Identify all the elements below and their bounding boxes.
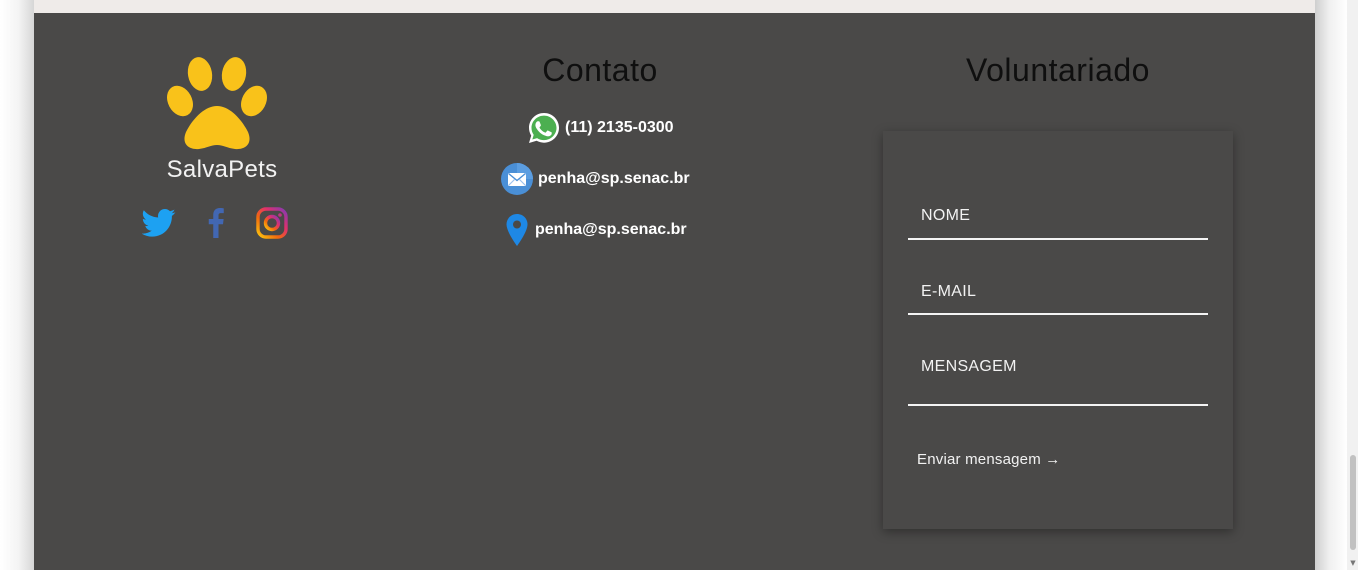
twitter-icon[interactable] [141,205,177,241]
mail-icon [500,162,534,196]
page-margin-right [1315,0,1347,570]
message-field[interactable]: MENSAGEM [908,352,1208,406]
email-field-label: E-MAIL [921,283,977,300]
scrollbar[interactable]: ▼ [1347,0,1358,570]
phone-number[interactable]: (11) 2135-0300 [565,119,674,137]
message-field-label: MENSAGEM [921,358,1017,375]
scroll-down-arrow-icon[interactable]: ▼ [1349,559,1357,567]
whatsapp-icon [527,111,561,145]
volunteer-title: Voluntariado [966,52,1150,88]
location-text[interactable]: penha@sp.senac.br [535,221,687,239]
contact-title: Contato [542,52,658,88]
contact-email: penha@sp.senac.br [500,162,690,196]
location-pin-icon [503,213,531,247]
email-address[interactable]: penha@sp.senac.br [538,170,690,188]
send-message-button[interactable]: Enviar mensagem → [917,451,1060,468]
paw-icon [166,54,268,152]
name-field[interactable]: NOME [908,201,1208,240]
brand-name: SalvaPets [166,156,278,183]
scrollbar-thumb[interactable] [1350,455,1356,550]
volunteer-form: NOME E-MAIL MENSAGEM Enviar mensagem → [883,131,1233,529]
name-field-label: NOME [921,207,971,224]
email-field[interactable]: E-MAIL [908,277,1208,315]
instagram-icon[interactable] [254,205,290,241]
contact-location: penha@sp.senac.br [503,213,687,247]
contact-phone: (11) 2135-0300 [527,111,674,145]
page-content-bottom-edge [34,0,1315,13]
facebook-icon[interactable] [198,205,234,241]
page-margin-left [0,0,34,570]
